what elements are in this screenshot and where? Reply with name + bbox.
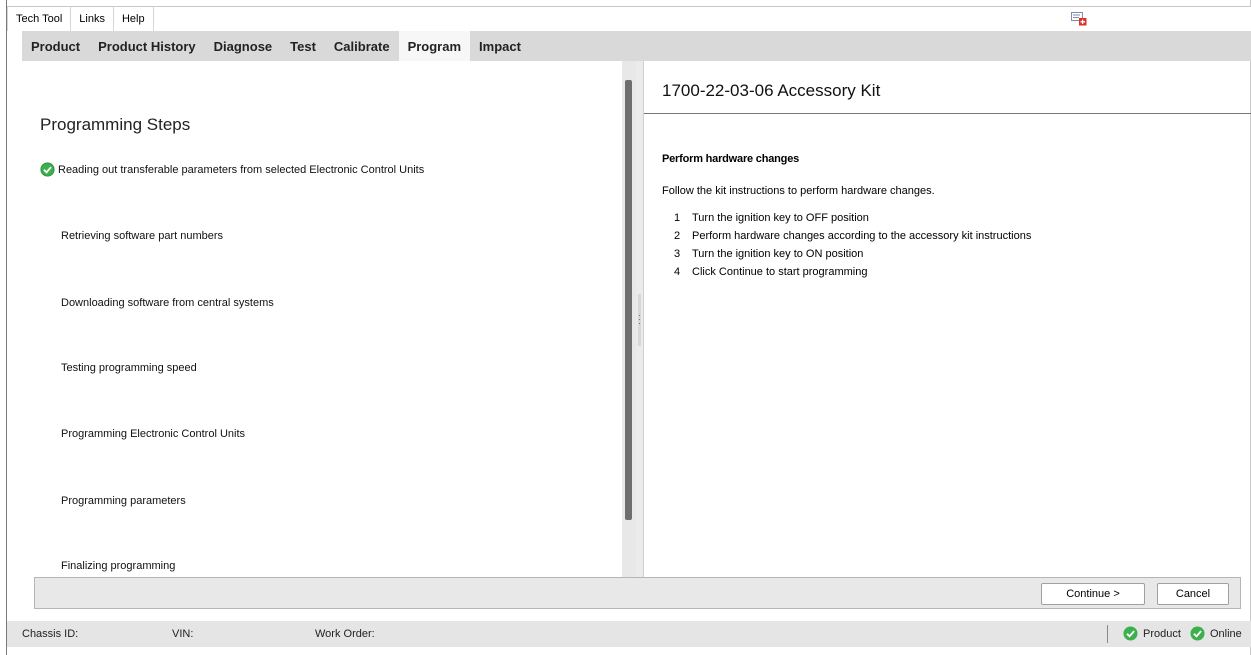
action-bar: Continue > Cancel bbox=[34, 577, 1241, 609]
instruction-text: Perform hardware changes according to th… bbox=[692, 230, 1032, 242]
menu-links[interactable]: Links bbox=[71, 7, 114, 31]
menu-help[interactable]: Help bbox=[114, 7, 154, 31]
step-label: Reading out transferable parameters from… bbox=[58, 163, 425, 176]
step-item: Retrieving software part numbers bbox=[61, 230, 223, 242]
programming-steps-panel: Programming Steps Reading out transferab… bbox=[22, 61, 622, 577]
instructions-intro: Follow the kit instructions to perform h… bbox=[662, 185, 935, 197]
menu-bar: Tech Tool Links Help bbox=[7, 6, 1251, 31]
splitter-grip-icon: · · · bbox=[638, 310, 641, 328]
status-bar: Chassis ID: VIN: Work Order: Product Onl… bbox=[7, 621, 1251, 647]
tab-test[interactable]: Test bbox=[281, 31, 325, 61]
product-status-label: Product bbox=[1143, 627, 1181, 640]
step-label: Testing programming speed bbox=[61, 362, 197, 374]
cancel-button[interactable]: Cancel bbox=[1157, 583, 1229, 605]
step-label: Finalizing programming bbox=[61, 560, 176, 572]
step-label: Programming Electronic Control Units bbox=[61, 428, 246, 440]
instruction-number: 4 bbox=[674, 266, 681, 278]
instruction-item: 2 Perform hardware changes according to … bbox=[674, 230, 1031, 248]
instruction-list: 1 Turn the ignition key to OFF position … bbox=[674, 212, 1031, 284]
tab-diagnose[interactable]: Diagnose bbox=[205, 31, 282, 61]
window-border-left bbox=[6, 0, 7, 655]
main-tab-bar: Product Product History Diagnose Test Ca… bbox=[22, 31, 1251, 61]
step-item: Finalizing programming bbox=[61, 560, 175, 572]
step-label: Programming parameters bbox=[61, 495, 186, 507]
instruction-item: 4 Click Continue to start programming bbox=[674, 266, 1031, 284]
instruction-text: Turn the ignition key to OFF position bbox=[692, 212, 869, 224]
kit-title: 1700-22-03-06 Accessory Kit bbox=[662, 81, 881, 100]
instruction-number: 3 bbox=[674, 248, 681, 260]
vin-label: VIN: bbox=[172, 628, 194, 640]
check-circle-icon bbox=[1123, 626, 1138, 641]
tab-calibrate[interactable]: Calibrate bbox=[325, 31, 399, 61]
panel-splitter[interactable]: · · · bbox=[636, 61, 643, 577]
step-label: Downloading software from central system… bbox=[61, 297, 274, 309]
status-divider bbox=[1107, 625, 1108, 643]
instruction-number: 1 bbox=[674, 212, 681, 224]
tab-product-history[interactable]: Product History bbox=[89, 31, 205, 61]
tab-program[interactable]: Program bbox=[398, 31, 471, 61]
instruction-item: 1 Turn the ignition key to OFF position bbox=[674, 212, 1031, 230]
title-divider bbox=[644, 113, 1251, 114]
chassis-id-label: Chassis ID: bbox=[22, 628, 79, 640]
notification-flag-icon[interactable] bbox=[1071, 12, 1087, 26]
online-status: Online bbox=[1190, 626, 1242, 641]
check-circle-icon bbox=[1190, 626, 1205, 641]
tab-product[interactable]: Product bbox=[22, 31, 89, 61]
steps-title: Programming Steps bbox=[40, 115, 191, 134]
tab-impact[interactable]: Impact bbox=[470, 31, 530, 61]
continue-button[interactable]: Continue > bbox=[1041, 583, 1145, 605]
section-heading: Perform hardware changes bbox=[662, 153, 800, 165]
product-status: Product bbox=[1123, 626, 1181, 641]
instruction-text: Click Continue to start programming bbox=[692, 266, 868, 278]
step-item: Testing programming speed bbox=[61, 362, 197, 374]
step-item: Downloading software from central system… bbox=[61, 297, 274, 309]
menu-tech-tool[interactable]: Tech Tool bbox=[7, 7, 72, 31]
instruction-number: 2 bbox=[674, 230, 681, 242]
instruction-text: Turn the ignition key to ON position bbox=[692, 248, 864, 260]
steps-scrollbar-thumb[interactable] bbox=[625, 80, 632, 520]
check-circle-icon bbox=[40, 162, 55, 177]
online-status-label: Online bbox=[1210, 627, 1242, 640]
instruction-item: 3 Turn the ignition key to ON position bbox=[674, 248, 1031, 266]
work-order-label: Work Order: bbox=[315, 628, 375, 640]
kit-instructions-panel: 1700-22-03-06 Accessory Kit Perform hard… bbox=[643, 61, 1251, 577]
step-item-done: Reading out transferable parameters from… bbox=[40, 162, 424, 177]
step-label: Retrieving software part numbers bbox=[61, 230, 224, 242]
step-item: Programming parameters bbox=[61, 495, 186, 507]
step-item: Programming Electronic Control Units bbox=[61, 428, 245, 440]
